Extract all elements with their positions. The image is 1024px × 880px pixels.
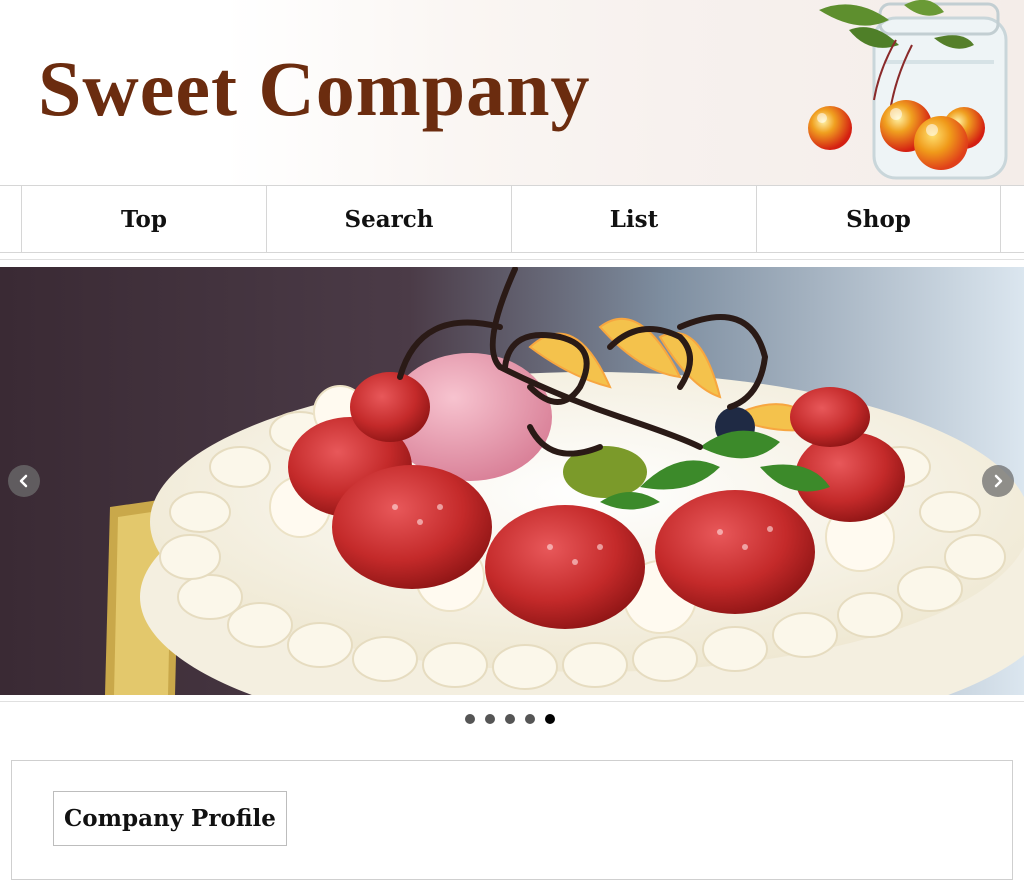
section-title: Company Profile [53, 791, 287, 846]
nav-item-list[interactable]: List [511, 186, 756, 252]
slider-dot-3[interactable] [505, 714, 515, 724]
slider-dot-2[interactable] [485, 714, 495, 724]
slider-dot-5[interactable] [545, 714, 555, 724]
chevron-left-icon [19, 474, 28, 488]
nav-divider [0, 259, 1024, 260]
slider-prev-button[interactable] [8, 465, 40, 497]
strawberry-cake-photo [0, 267, 1024, 695]
slider-dot-1[interactable] [465, 714, 475, 724]
cherries-jar-image [808, 0, 1008, 180]
site-header: Sweet Company [0, 0, 1024, 185]
slider-dots [465, 714, 555, 724]
chevron-right-icon [994, 474, 1003, 488]
image-slider[interactable] [0, 267, 1024, 695]
nav-items: Top Search List Shop [21, 186, 1001, 252]
slider-divider [0, 701, 1024, 702]
nav-item-top[interactable]: Top [21, 186, 266, 252]
site-title[interactable]: Sweet Company [38, 50, 591, 128]
nav-item-shop[interactable]: Shop [756, 186, 1001, 252]
slider-dot-4[interactable] [525, 714, 535, 724]
nav-item-search[interactable]: Search [266, 186, 511, 252]
content-section: Company Profile [11, 760, 1013, 880]
slider-next-button[interactable] [982, 465, 1014, 497]
main-nav: Top Search List Shop [0, 185, 1024, 253]
